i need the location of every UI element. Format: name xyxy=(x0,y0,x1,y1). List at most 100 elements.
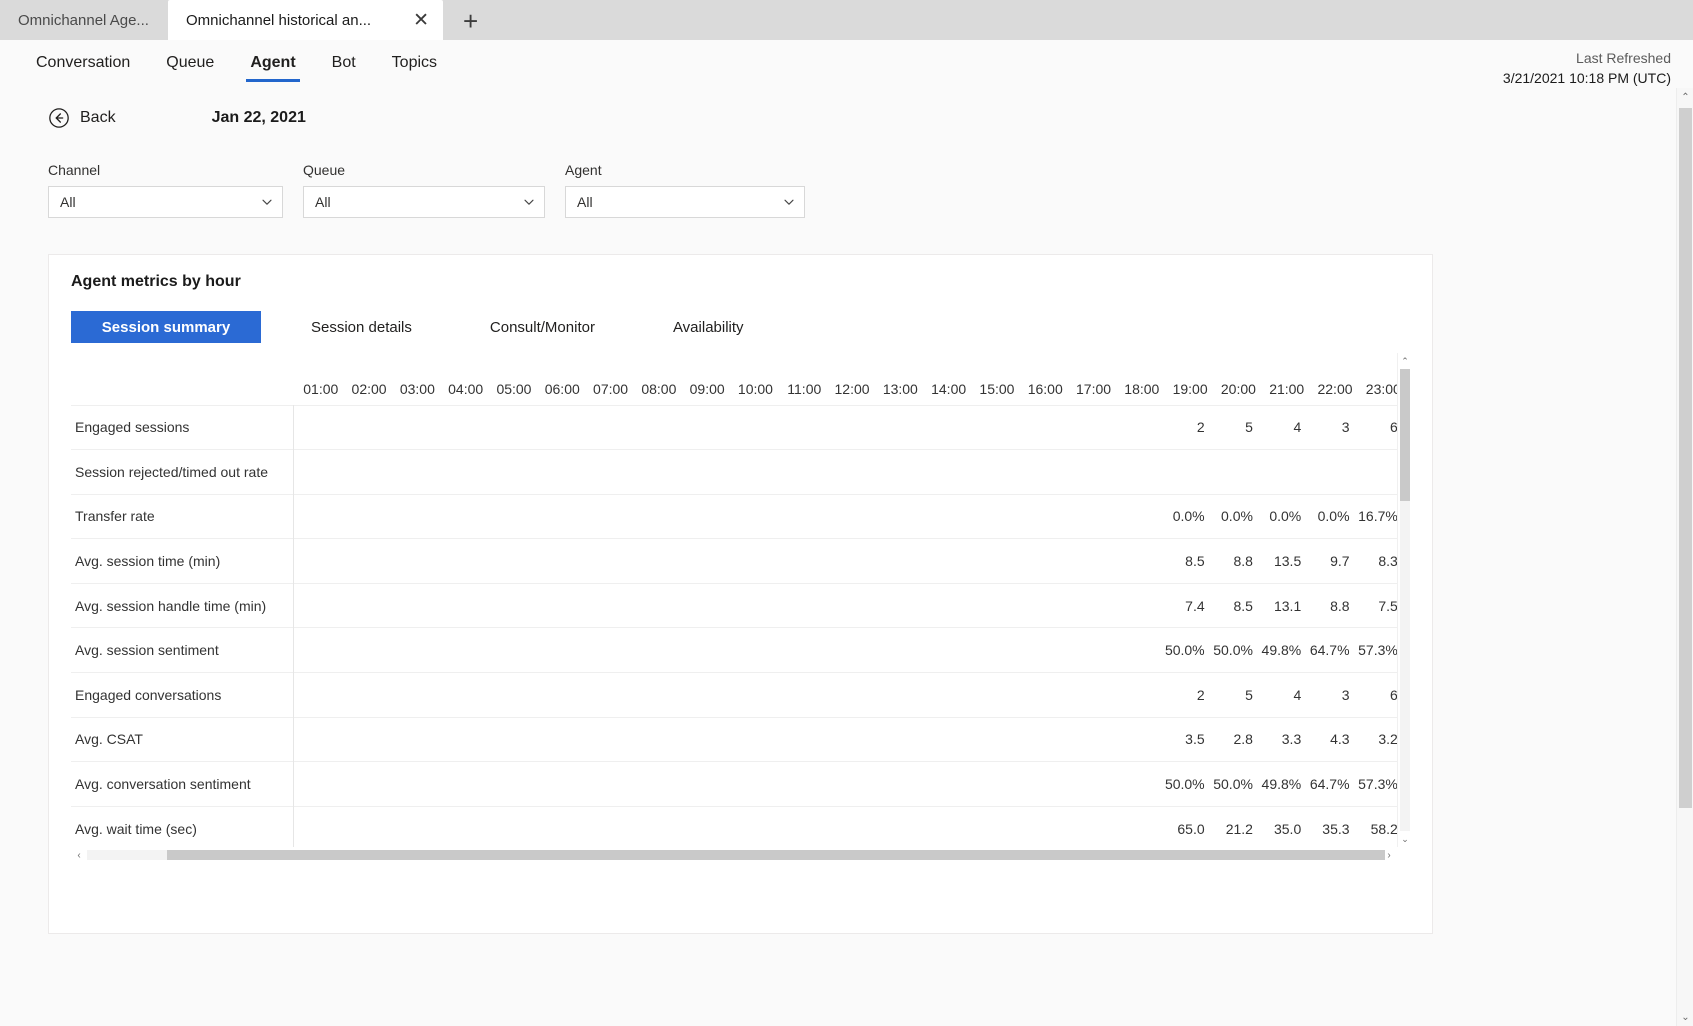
metric-cell xyxy=(1065,449,1115,495)
agent-dropdown[interactable]: All xyxy=(565,186,805,218)
metric-cell: 3.2 xyxy=(1355,716,1397,762)
metric-cell xyxy=(1114,493,1163,539)
metric-cell xyxy=(727,716,776,762)
metric-cell xyxy=(486,672,535,718)
metric-pivot-tabs: Session summary Session details Consult/… xyxy=(49,311,1432,343)
browser-tab-2[interactable]: Omnichannel historical an... ✕ xyxy=(168,0,443,40)
table-row: Avg. session handle time (min) 7.4 8.5 13.1… xyxy=(71,582,1397,628)
metric-cell xyxy=(534,538,583,584)
matrix-hscroll-thumb[interactable] xyxy=(167,850,1385,860)
metric-cell xyxy=(582,582,632,628)
tab-topics[interactable]: Topics xyxy=(378,48,451,82)
metric-cell xyxy=(534,404,583,450)
metric-cell xyxy=(727,449,776,495)
metric-cell: 3 xyxy=(1307,672,1356,718)
page-scroll-down-icon[interactable]: ⌄ xyxy=(1677,1008,1693,1026)
page-scroll-up-icon[interactable]: ⌃ xyxy=(1677,88,1693,106)
metric-cell xyxy=(534,493,583,539)
scroll-left-arrow-icon[interactable]: ‹ xyxy=(71,847,87,863)
matrix-vertical-scrollbar[interactable]: ⌃ ⌄ xyxy=(1397,353,1411,847)
metric-cell xyxy=(775,493,825,539)
page-scroll-thumb[interactable] xyxy=(1679,108,1692,808)
tab-queue[interactable]: Queue xyxy=(152,48,228,82)
tab-agent[interactable]: Agent xyxy=(236,48,309,82)
column-header-hour: 23:00 xyxy=(1365,381,1397,397)
back-button[interactable]: Back xyxy=(48,107,116,129)
metric-cell xyxy=(775,627,825,673)
metrics-table-head: 01:00 02:00 03:00 04:00 05:00 06:00 07:00 08:00… xyxy=(71,353,1397,405)
metric-cell xyxy=(293,716,342,762)
metric-cell xyxy=(727,627,776,673)
metric-cell xyxy=(920,404,970,450)
metric-cell xyxy=(1017,449,1066,495)
browser-tab-1[interactable]: Omnichannel Age... xyxy=(0,0,168,40)
metric-cell xyxy=(341,761,390,807)
pivot-session-summary[interactable]: Session summary xyxy=(71,311,261,343)
metric-cell xyxy=(824,493,873,539)
metric-cell xyxy=(1065,672,1115,718)
metric-cell xyxy=(969,716,1018,762)
tab-conversation[interactable]: Conversation xyxy=(22,48,144,82)
metric-cell xyxy=(437,716,487,762)
column-header-hour: 04:00 xyxy=(448,381,484,397)
browser-tab-1-title: Omnichannel Age... xyxy=(18,11,149,29)
metric-cell xyxy=(775,672,825,718)
row-header-metric: Avg. conversation sentiment xyxy=(71,761,294,807)
metric-cell xyxy=(1114,805,1163,847)
new-tab-button[interactable]: + xyxy=(463,8,478,34)
back-button-label: Back xyxy=(80,109,116,126)
close-icon[interactable]: ✕ xyxy=(413,11,429,30)
page-vertical-scrollbar[interactable]: ⌃ ⌄ xyxy=(1676,88,1693,1026)
row-header-metric: Avg. session time (min) xyxy=(71,538,294,584)
row-header-metric: Transfer rate xyxy=(71,493,294,539)
chevron-down-icon xyxy=(783,196,795,208)
column-header-hour: 01:00 xyxy=(303,381,339,397)
row-header-metric: Avg. CSAT xyxy=(71,716,294,762)
metric-cell xyxy=(872,449,921,495)
last-refreshed-label: Last Refreshed xyxy=(1576,50,1671,66)
metric-cell: 0.0% xyxy=(1162,493,1211,539)
metric-cell: 5 xyxy=(1210,672,1259,718)
row-header-metric: Engaged conversations xyxy=(71,672,294,718)
matrix-horizontal-scrollbar[interactable]: ‹ › xyxy=(71,847,1397,863)
matrix-vscroll-thumb[interactable] xyxy=(1400,369,1410,501)
metric-cell: 7.4 xyxy=(1162,582,1211,628)
table-row: Avg. wait time (sec) 65.0 21.2 35.0 35.3 58.2 xyxy=(71,805,1397,847)
metric-cell xyxy=(1017,761,1066,807)
metric-cell xyxy=(727,761,776,807)
metric-cell xyxy=(775,404,825,450)
metric-cell xyxy=(1210,449,1259,495)
row-header-metric: Avg. session sentiment xyxy=(71,627,294,673)
pivot-consult-monitor[interactable]: Consult/Monitor xyxy=(474,311,611,343)
last-refreshed-value: 3/21/2021 10:18 PM (UTC) xyxy=(1502,70,1671,87)
scroll-down-arrow-icon[interactable]: ⌄ xyxy=(1398,831,1412,847)
filter-agent-label: Agent xyxy=(565,162,602,178)
channel-dropdown[interactable]: All xyxy=(48,186,283,218)
scroll-right-arrow-icon[interactable]: › xyxy=(1381,847,1397,863)
metric-cell xyxy=(389,538,438,584)
metric-cell xyxy=(341,449,390,495)
metric-cell xyxy=(969,672,1018,718)
metric-cell xyxy=(872,627,921,673)
metrics-header-row: 01:00 02:00 03:00 04:00 05:00 06:00 07:00 08:00… xyxy=(71,353,1397,405)
tab-bot[interactable]: Bot xyxy=(318,48,370,82)
queue-dropdown[interactable]: All xyxy=(303,186,545,218)
metric-cell xyxy=(389,493,438,539)
row-header-metric: Avg. session handle time (min) xyxy=(71,582,294,628)
metric-cell xyxy=(437,493,487,539)
metric-cell xyxy=(872,716,921,762)
metric-cell: 6 xyxy=(1355,404,1397,450)
metric-cell xyxy=(341,493,390,539)
scroll-up-arrow-icon[interactable]: ⌃ xyxy=(1398,353,1412,369)
metric-cell xyxy=(1114,449,1163,495)
metric-cell xyxy=(824,404,873,450)
pivot-session-details[interactable]: Session details xyxy=(295,311,428,343)
metric-cell xyxy=(969,582,1018,628)
metric-cell xyxy=(1017,582,1066,628)
pivot-availability[interactable]: Availability xyxy=(657,311,760,343)
metric-cell xyxy=(1017,404,1066,450)
metric-cell: 8.3 xyxy=(1355,538,1397,584)
metric-cell xyxy=(1258,449,1308,495)
metric-cell xyxy=(1017,672,1066,718)
metric-cell xyxy=(293,449,342,495)
